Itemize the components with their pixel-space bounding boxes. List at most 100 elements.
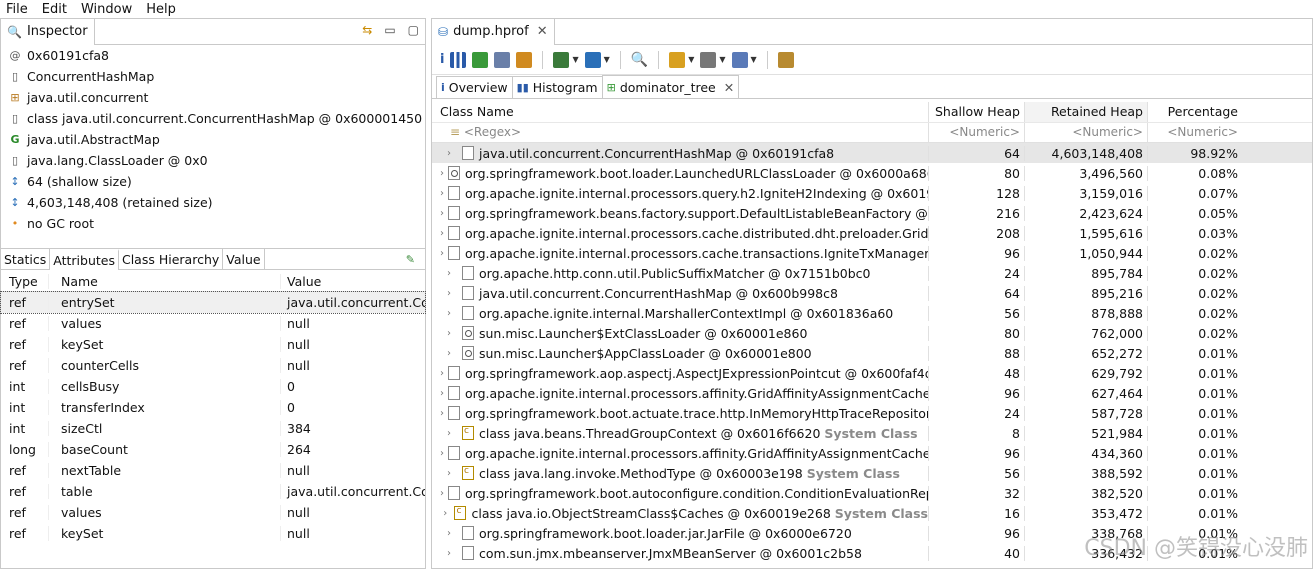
header-percentage[interactable]: Percentage [1147, 102, 1242, 122]
pin-results-icon[interactable] [777, 51, 794, 68]
expand-icon[interactable]: › [440, 548, 458, 559]
expand-icon[interactable]: › [440, 508, 450, 519]
table-row[interactable]: › sun.misc.Launcher$ExtClassLoader @ 0x60… [432, 323, 1312, 343]
inspector-tab[interactable]: 🔍 Inspector [1, 18, 95, 45]
table-row[interactable]: ref entrySet java.util.concurrent.Cor [0, 291, 426, 314]
table-row[interactable]: int transferIndex 0 [1, 397, 425, 418]
chevron-down-icon[interactable]: ▼ [719, 55, 725, 64]
table-row[interactable]: › sun.misc.Launcher$AppClassLoader @ 0x60… [432, 343, 1312, 363]
filter-percentage[interactable]: <Numeric> [1147, 123, 1242, 142]
menu-window[interactable]: Window [81, 2, 132, 17]
expand-icon[interactable]: › [440, 228, 444, 239]
calculator-icon[interactable] [700, 51, 717, 68]
dominator-tree-icon[interactable] [472, 51, 489, 68]
table-row[interactable]: ref counterCells null [1, 355, 425, 376]
table-row[interactable]: › org.apache.ignite.internal.processors.a… [432, 383, 1312, 403]
filter-retained-heap[interactable]: <Numeric> [1024, 123, 1147, 142]
info-icon[interactable]: i [440, 52, 444, 67]
query-browser-icon[interactable] [584, 51, 601, 68]
group-by-icon[interactable] [669, 51, 686, 68]
table-row[interactable]: ref values null [1, 502, 425, 523]
menu-help[interactable]: Help [146, 2, 176, 17]
table-row[interactable]: long baseCount 264 [1, 439, 425, 460]
thread-overview-icon[interactable] [516, 51, 533, 68]
table-row[interactable]: ref keySet null [1, 334, 425, 355]
menu-edit[interactable]: Edit [42, 2, 67, 17]
maximize-icon[interactable]: ▢ [408, 23, 419, 37]
expand-icon[interactable]: › [440, 188, 444, 199]
expand-icon[interactable]: › [440, 528, 458, 539]
header-type[interactable]: Type [1, 274, 48, 289]
table-row[interactable]: › org.springframework.aop.aspectj.AspectJ… [432, 363, 1312, 383]
expand-icon[interactable]: › [440, 388, 444, 399]
table-row[interactable]: › org.apache.ignite.internal.processors.q… [432, 183, 1312, 203]
tab-histogram[interactable]: ▮▮ Histogram [511, 76, 603, 98]
run-report-icon[interactable] [553, 51, 570, 68]
table-row[interactable]: › org.springframework.beans.factory.suppo… [432, 203, 1312, 223]
table-row[interactable]: › class java.beans.ThreadGroupContext @ 0… [432, 423, 1312, 443]
expand-icon[interactable]: › [440, 368, 444, 379]
tab-dominator-tree[interactable]: ⊞ dominator_tree ✕ [601, 75, 740, 98]
tab-class-hierarchy[interactable]: Class Hierarchy [119, 248, 224, 270]
expand-icon[interactable]: › [440, 308, 458, 319]
table-row[interactable]: ref keySet null [1, 523, 425, 544]
expand-icon[interactable]: › [440, 448, 444, 459]
histogram-icon[interactable] [450, 51, 467, 68]
tab-attributes[interactable]: Attributes [50, 248, 119, 270]
filter-shallow-heap[interactable]: <Numeric> [928, 123, 1024, 142]
expand-icon[interactable]: › [440, 348, 458, 359]
header-name[interactable]: Name [48, 273, 280, 289]
close-icon[interactable]: ✕ [537, 24, 548, 39]
expand-icon[interactable]: › [440, 288, 458, 299]
expand-icon[interactable]: › [440, 408, 444, 419]
table-row[interactable]: int cellsBusy 0 [1, 376, 425, 397]
expand-icon[interactable]: › [440, 268, 458, 279]
expand-icon[interactable]: › [440, 248, 444, 259]
tab-statics[interactable]: Statics [1, 248, 51, 270]
chevron-down-icon[interactable]: ▼ [604, 55, 610, 64]
table-row[interactable]: int sizeCtl 384 [1, 418, 425, 439]
expand-icon[interactable]: › [440, 148, 458, 159]
chevron-down-icon[interactable]: ▼ [688, 55, 694, 64]
header-value[interactable]: Value [280, 273, 425, 289]
link-with-editor-icon[interactable]: ⇆ [362, 23, 372, 37]
oql-icon[interactable] [494, 51, 511, 68]
table-row[interactable]: › org.apache.ignite.internal.processors.c… [432, 243, 1312, 263]
filter-class-name[interactable]: ≡ <Regex> [432, 123, 928, 142]
table-row[interactable]: ref values null [1, 313, 425, 334]
table-row[interactable]: › class java.io.ObjectStreamClass$Caches … [432, 503, 1312, 523]
expand-icon[interactable]: › [440, 168, 444, 179]
expand-icon[interactable]: › [440, 468, 458, 479]
search-icon[interactable]: 🔍 [631, 52, 648, 68]
table-row[interactable]: › org.springframework.boot.actuate.trace.… [432, 403, 1312, 423]
tab-value[interactable]: Value [223, 248, 265, 270]
table-row[interactable]: › org.springframework.boot.autoconfigure.… [432, 483, 1312, 503]
tab-overview[interactable]: i Overview [436, 76, 513, 98]
table-row[interactable]: › org.apache.ignite.internal.processors.a… [432, 443, 1312, 463]
table-row[interactable]: ref nextTable null [1, 460, 425, 481]
table-row[interactable]: › java.util.concurrent.ConcurrentHashMap … [432, 143, 1312, 163]
table-row[interactable]: › org.apache.http.conn.util.PublicSuffixM… [432, 263, 1312, 283]
inspector-panel: 🔍 Inspector ⇆ ▭ ▢ @0x60191cfa8 ▯ Concurren… [0, 18, 426, 569]
minimize-icon[interactable]: ▭ [384, 23, 395, 37]
table-row[interactable]: › class java.lang.invoke.MethodType @ 0x6… [432, 463, 1312, 483]
expand-icon[interactable]: › [440, 208, 444, 219]
chevron-down-icon[interactable]: ▼ [572, 55, 578, 64]
table-row[interactable]: › java.util.concurrent.ConcurrentHashMap … [432, 283, 1312, 303]
table-row[interactable]: › org.springframework.boot.loader.Launche… [432, 163, 1312, 183]
header-class-name[interactable]: Class Name [432, 102, 928, 122]
expand-icon[interactable]: › [440, 328, 458, 339]
table-row[interactable]: › org.apache.ignite.internal.MarshallerCo… [432, 303, 1312, 323]
table-row[interactable]: › org.apache.ignite.internal.processors.c… [432, 223, 1312, 243]
chevron-down-icon[interactable]: ▼ [751, 55, 757, 64]
pin-icon[interactable]: ✎ [406, 253, 415, 266]
expand-icon[interactable]: › [440, 428, 458, 439]
menu-file[interactable]: File [6, 2, 28, 17]
export-icon[interactable] [731, 51, 748, 68]
table-row[interactable]: ref table java.util.concurrent.Cor [1, 481, 425, 502]
close-icon[interactable]: ✕ [724, 80, 734, 95]
file-tab-dump-hprof[interactable]: ⛁ dump.hprof ✕ [432, 18, 555, 45]
header-shallow-heap[interactable]: Shallow Heap [928, 102, 1024, 122]
header-retained-heap[interactable]: Retained Heap [1024, 102, 1147, 122]
expand-icon[interactable]: › [440, 488, 444, 499]
